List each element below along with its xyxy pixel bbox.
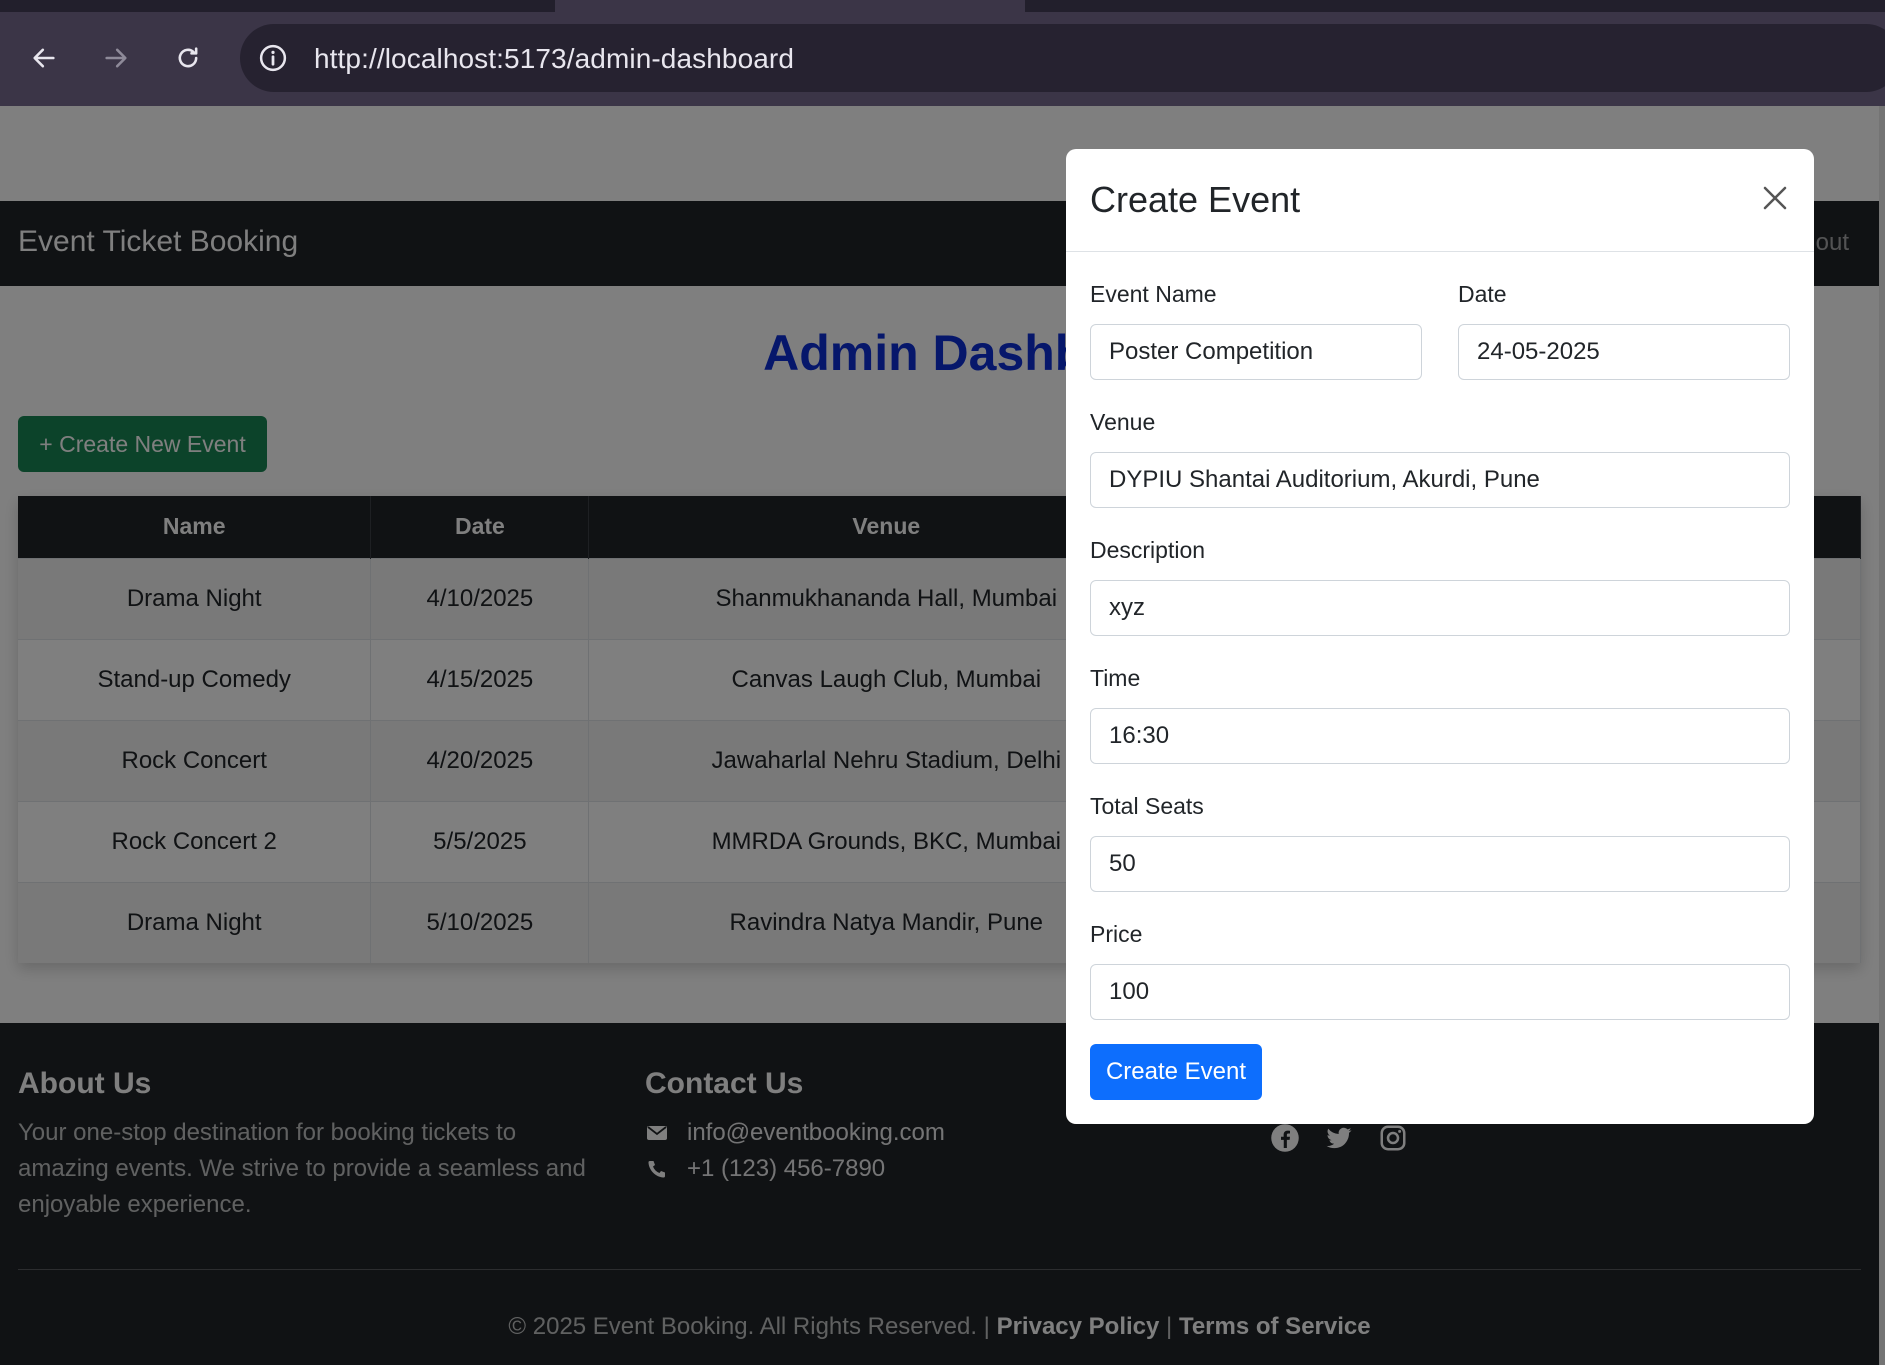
reload-icon[interactable] — [170, 40, 206, 76]
date-input[interactable] — [1458, 324, 1790, 380]
browser-toolbar: http://localhost:5173/admin-dashboard — [0, 0, 1885, 106]
event-name-label: Event Name — [1090, 281, 1217, 307]
active-tab[interactable] — [555, 0, 1025, 12]
price-input[interactable] — [1090, 964, 1790, 1020]
modal-header: Create Event — [1066, 149, 1814, 252]
venue-label: Venue — [1090, 409, 1156, 435]
address-bar[interactable]: http://localhost:5173/admin-dashboard — [240, 24, 1885, 92]
venue-input[interactable] — [1090, 452, 1790, 508]
create-event-submit-button[interactable]: Create Event — [1090, 1044, 1262, 1100]
total-seats-label: Total Seats — [1090, 793, 1204, 819]
description-input[interactable] — [1090, 580, 1790, 636]
time-input[interactable] — [1090, 708, 1790, 764]
time-label: Time — [1090, 665, 1141, 691]
create-event-modal: Create Event Event Name Date Venue Descr… — [1066, 149, 1814, 1124]
back-arrow-icon[interactable] — [26, 40, 62, 76]
forward-arrow-icon[interactable] — [98, 40, 134, 76]
event-name-input[interactable] — [1090, 324, 1422, 380]
modal-title: Create Event — [1090, 179, 1301, 220]
url-text[interactable]: http://localhost:5173/admin-dashboard — [314, 43, 794, 75]
total-seats-input[interactable] — [1090, 836, 1790, 892]
description-label: Description — [1090, 537, 1206, 563]
date-label: Date — [1458, 281, 1507, 307]
info-icon[interactable] — [258, 43, 288, 73]
close-icon[interactable] — [1760, 183, 1790, 213]
price-label: Price — [1090, 921, 1143, 947]
